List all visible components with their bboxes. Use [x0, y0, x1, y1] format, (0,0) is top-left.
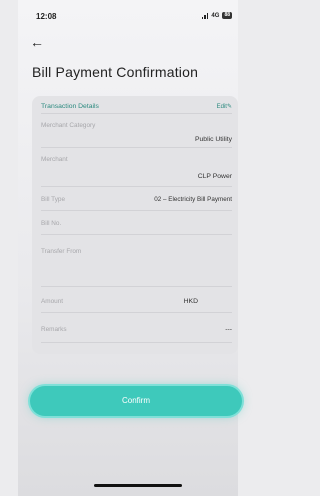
divider	[41, 234, 232, 235]
divider	[41, 210, 232, 211]
detail-value: 02 – Electricity Bill Payment	[154, 196, 232, 203]
detail-value: CLP Power	[197, 173, 232, 180]
edit-label: Edit	[216, 104, 227, 110]
edit-button[interactable]: Edit✎	[217, 103, 232, 110]
detail-label: Merchant	[41, 156, 68, 163]
signal-icon	[201, 12, 209, 19]
home-indicator[interactable]	[94, 484, 182, 487]
detail-value: HKD	[183, 298, 198, 305]
detail-value: ---	[225, 326, 232, 333]
divider	[41, 147, 232, 148]
detail-label: Transfer From	[41, 248, 82, 255]
network-label: 4G	[211, 12, 220, 19]
transaction-details-card: Transaction Details Edit✎ Merchant Categ…	[32, 96, 238, 354]
status-bar: 12:08 4G 88	[18, 12, 238, 26]
status-indicators: 4G 88	[201, 12, 232, 19]
divider	[41, 113, 232, 114]
back-arrow-icon[interactable]: ←	[30, 35, 44, 49]
divider	[41, 186, 232, 187]
section-title: Transaction Details	[41, 103, 99, 110]
status-time: 12:08	[36, 12, 57, 21]
battery-icon: 88	[222, 12, 232, 19]
detail-label: Amount	[41, 298, 64, 305]
detail-label: Bill Type	[41, 196, 66, 203]
page-title: Bill Payment Confirmation	[32, 64, 199, 80]
detail-label: Bill No.	[41, 220, 62, 227]
divider	[41, 286, 232, 287]
detail-label: Merchant Category	[41, 122, 96, 129]
pencil-icon: ✎	[226, 104, 232, 110]
confirm-button[interactable]: Confirm	[30, 386, 242, 416]
divider	[41, 342, 232, 343]
divider	[41, 312, 232, 313]
detail-label: Remarks	[41, 326, 67, 333]
detail-value: Public Utility	[194, 136, 232, 143]
